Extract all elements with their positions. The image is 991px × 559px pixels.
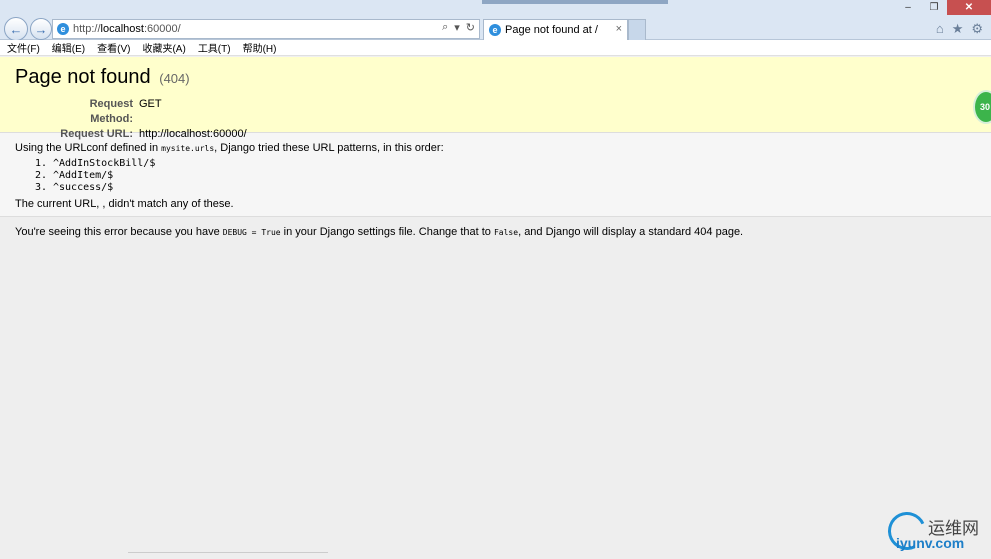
star-icon[interactable]: ★ bbox=[952, 21, 964, 37]
browser-toolbar: ← → e http://localhost:60000/ ⌕ ▾ ↻ e Pa… bbox=[0, 0, 991, 41]
request-url-label: Request URL: bbox=[60, 128, 133, 140]
address-bar[interactable]: e http://localhost:60000/ ⌕ ▾ ↻ bbox=[52, 19, 480, 39]
gear-icon[interactable]: ⚙ bbox=[971, 21, 983, 37]
search-icon[interactable]: ⌕ bbox=[442, 21, 448, 34]
urlconf-intro: Using the URLconf defined in mysite.urls… bbox=[15, 141, 976, 156]
page-title-text: Page not found bbox=[15, 66, 151, 88]
address-url[interactable]: http://localhost:60000/ bbox=[73, 23, 181, 35]
menu-favorites[interactable]: 收藏夹(A) bbox=[135, 40, 190, 55]
menu-tools[interactable]: 工具(T) bbox=[191, 40, 236, 55]
error-explanation: You're seeing this error because you hav… bbox=[0, 217, 991, 240]
menu-help[interactable]: 帮助(H) bbox=[236, 40, 282, 55]
false-code: False bbox=[493, 228, 519, 237]
request-method-value: GET bbox=[139, 98, 162, 110]
menu-view[interactable]: 查看(V) bbox=[90, 40, 135, 55]
restore-button[interactable]: ❐ bbox=[921, 0, 947, 15]
error-info: Using the URLconf defined in mysite.urls… bbox=[0, 133, 991, 217]
forward-icon: → bbox=[34, 21, 48, 37]
url-pattern-item: ^success/$ bbox=[53, 182, 976, 194]
window-controls: – ❐ ✕ bbox=[895, 0, 991, 15]
urlconf-intro-before: Using the URLconf defined in bbox=[15, 142, 162, 154]
url-host: localhost bbox=[100, 23, 144, 35]
tab-page-not-found[interactable]: e Page not found at / × bbox=[483, 19, 628, 40]
explain-part-1: You're seeing this error because you hav… bbox=[15, 226, 223, 238]
dropdown-icon[interactable]: ▾ bbox=[454, 21, 460, 34]
close-window-button[interactable]: ✕ bbox=[947, 0, 991, 15]
request-method-label: Request Method: bbox=[89, 98, 133, 125]
debug-true-code: DEBUG = True bbox=[222, 228, 281, 237]
no-match-message: The current URL, , didn't match any of t… bbox=[15, 198, 234, 210]
tab-close-icon[interactable]: × bbox=[616, 23, 622, 35]
back-icon: ← bbox=[9, 21, 23, 37]
menu-bar: 文件(F) 编辑(E) 查看(V) 收藏夹(A) 工具(T) 帮助(H) bbox=[0, 40, 991, 56]
url-pattern-item: ^AddInStockBill/$ bbox=[53, 158, 976, 170]
bottom-strip bbox=[128, 552, 328, 559]
tab-title: Page not found at / bbox=[505, 24, 598, 36]
refresh-icon[interactable]: ↻ bbox=[466, 21, 475, 34]
new-tab-button[interactable] bbox=[628, 19, 646, 40]
explain-part-2: in your Django settings file. Change tha… bbox=[280, 226, 494, 238]
home-icon[interactable]: ⌂ bbox=[936, 21, 944, 37]
watermark-logo: 运维网 iyunv.com bbox=[882, 506, 988, 556]
error-summary: Page not found (404) Request Method: GET… bbox=[0, 57, 991, 140]
debug-explanation: You're seeing this error because you hav… bbox=[15, 225, 976, 240]
titlebar-strip bbox=[482, 0, 668, 4]
forward-button[interactable]: → bbox=[30, 18, 52, 40]
url-patterns-list: ^AddInStockBill/$ ^AddItem/$ ^success/$ bbox=[39, 158, 976, 194]
ie-icon: e bbox=[57, 23, 69, 35]
minimize-button[interactable]: – bbox=[895, 0, 921, 15]
menu-file[interactable]: 文件(F) bbox=[0, 40, 45, 55]
status-code: (404) bbox=[159, 71, 190, 86]
url-suffix: :60000/ bbox=[143, 23, 181, 35]
toolbar-icons: ⌂ ★ ⚙ bbox=[936, 21, 983, 37]
page-title: Page not found (404) bbox=[15, 65, 976, 91]
back-button[interactable]: ← bbox=[4, 17, 28, 41]
request-method-row: Request Method: GET bbox=[55, 97, 976, 127]
page-content: Page not found (404) Request Method: GET… bbox=[0, 57, 991, 559]
url-prefix: http:// bbox=[73, 23, 101, 35]
request-url-value: http://localhost:60000/ bbox=[139, 128, 247, 140]
watermark-domain: iyunv.com bbox=[896, 535, 965, 551]
explain-part-3: , and Django will display a standard 404… bbox=[518, 226, 744, 238]
urlconf-module: mysite.urls bbox=[161, 144, 215, 153]
menu-edit[interactable]: 编辑(E) bbox=[45, 40, 90, 55]
tab-ie-icon: e bbox=[489, 24, 501, 36]
urlconf-intro-after: , Django tried these URL patterns, in th… bbox=[214, 142, 444, 154]
url-pattern-item: ^AddItem/$ bbox=[53, 170, 976, 182]
